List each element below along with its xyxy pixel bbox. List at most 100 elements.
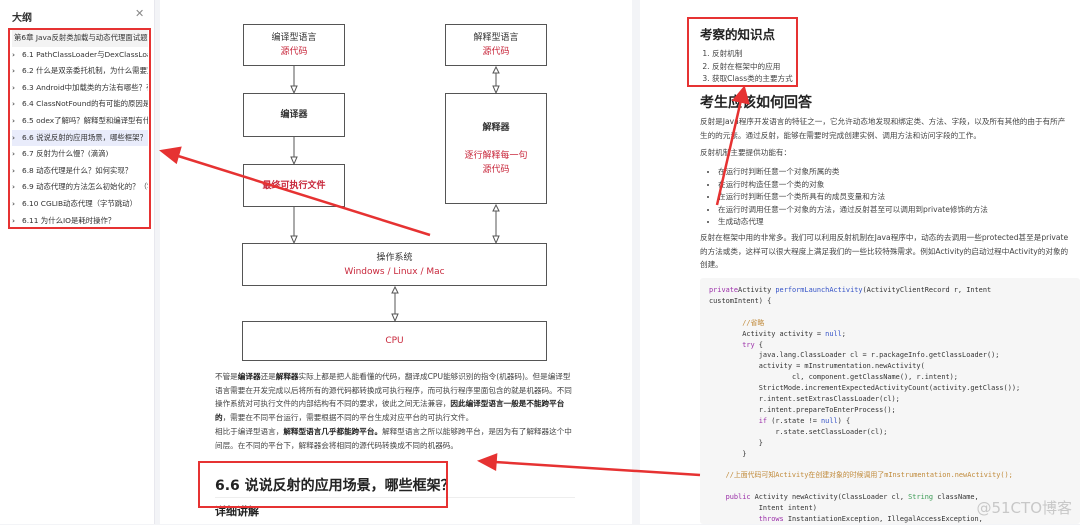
code-line: r.intent.setExtrasClassLoader(cl); (709, 394, 1071, 405)
outline-item[interactable]: 第6章 Java反射类加载与动态代理面试题汇总 (12, 30, 148, 47)
chevron-right-icon[interactable]: › (12, 146, 22, 163)
code-line: //省略 (709, 318, 1071, 329)
text-run: ，需要在不同平台运行，需要根据不同的平台生成对应平台的可执行文件。 (222, 412, 474, 422)
chevron-right-icon[interactable]: › (12, 113, 22, 130)
code-token: performLaunchActivity (775, 286, 863, 294)
code-token: null (821, 416, 838, 425)
outline-item[interactable]: ›6.9 动态代理的方法怎么初始化的？（字节跳动） (12, 179, 148, 196)
code-token: private (709, 286, 739, 294)
code-line: try { (709, 340, 1071, 351)
outline-item-label: 6.3 Android中加载类的方法有哪些？有什么区别？ (22, 82, 148, 92)
code-token: InstantiationException, IllegalAccessExc… (783, 515, 983, 524)
code-token: } (709, 438, 763, 447)
code-line: r.state.setClassLoader(cl); (709, 427, 1071, 438)
text-run: 解释型语言几乎都能跨平台。 (283, 427, 383, 436)
list-item: 获取Class类的主要方式 (712, 73, 793, 86)
code-token: public (709, 493, 751, 502)
outline-item[interactable]: › 6.7 反射为什么慢？(滴滴) (12, 146, 148, 163)
outline-item-label: 6.2 什么是双亲委托机制，为什么需要双亲委托机制？ (22, 66, 148, 76)
outline-item[interactable]: ›6.2 什么是双亲委托机制，为什么需要双亲委托机制？ (12, 63, 148, 80)
code-line: } (709, 449, 1071, 460)
close-icon[interactable]: ✕ (135, 7, 144, 20)
chevron-right-icon[interactable]: › (12, 80, 22, 97)
code-token: if (709, 416, 768, 425)
chevron-right-icon[interactable]: › (12, 47, 22, 64)
chevron-right-icon[interactable]: › (12, 196, 22, 213)
list-item: 在运行时判断任意一个类所具有的成员变量和方法 (718, 191, 988, 204)
outline-item-label: 6.1 PathClassLoader与DexClassLoader的区别是什么… (22, 49, 148, 59)
list-item: 反射在框架中的应用 (712, 61, 793, 74)
code-token: java.lang.ClassLoader cl = r.packageInfo… (709, 351, 1000, 360)
outline-item[interactable]: › 6.10 CGLIB动态代理（字节跳动） (12, 196, 148, 213)
paragraph: 反射是Java程序开发语言的特征之一，它允许动态地发现和绑定类、方法、字段，以及… (700, 117, 1066, 140)
outline-item-label: 6.6 说说反射的应用场景，哪些框架？ (22, 132, 147, 142)
paragraph: 反射在框架中用的非常多。我们可以利用反射机制在Java程序中，动态的去调用一些p… (700, 233, 1069, 269)
list-item: 在运行时判断任意一个对象所属的类 (718, 166, 988, 179)
code-line: StrictMode.incrementExpectedActivityCoun… (709, 383, 1071, 394)
outline-item[interactable]: ›6.4 ClassNotFound的有可能的原因是什么？ (12, 96, 148, 113)
chevron-right-icon[interactable]: › (12, 213, 22, 230)
outline-item[interactable]: ›6.3 Android中加载类的方法有哪些？有什么区别？ (12, 80, 148, 97)
outline-item[interactable]: ›6.5 odex了解吗？解释型和编译型有什么区别？ (12, 113, 148, 130)
code-token: null (825, 329, 842, 338)
chevron-right-icon[interactable]: › (12, 96, 22, 113)
code-line: r.intent.prepareToEnterProcess(); (709, 405, 1071, 416)
outline-item-label: 6.4 ClassNotFound的有可能的原因是什么？ (22, 99, 148, 109)
code-line: //上面代码可知Activity在创建对象的时候调用了mInstrumentat… (709, 470, 1071, 481)
code-token: r.intent.setExtrasClassLoader(cl); (709, 395, 900, 404)
code-token: //省略 (709, 318, 765, 327)
code-line: } (709, 438, 1071, 449)
code-token: (r.state != (767, 416, 822, 425)
feature-list: 在运行时判断任意一个对象所属的类在运行时构造任意一个类的对象在运行时判断任意一个… (718, 166, 988, 229)
text-run: 还是 (260, 372, 276, 381)
text-run: 相比于编译型语言， (215, 427, 284, 436)
chevron-right-icon[interactable]: › (12, 130, 22, 147)
list-item: 在运行时调用任意一个对象的方法，通过反射甚至可以调用到private修饰的方法 (718, 204, 988, 217)
code-token: { (754, 340, 763, 349)
code-token: } (709, 449, 747, 458)
outline-item-label: 6.9 动态代理的方法怎么初始化的？（字节跳动） (22, 182, 148, 192)
text-run: 解释器 (275, 372, 299, 381)
list-item: 在运行时构造任意一个类的对象 (718, 179, 988, 192)
code-token: String (908, 493, 934, 502)
code-token: ) { (837, 416, 851, 425)
outline-item[interactable]: › 6.6 说说反射的应用场景，哪些框架？ (12, 129, 148, 147)
diagram-connectors (290, 65, 500, 323)
text-run: 编译器 (237, 372, 261, 381)
section-heading: 6.6 说说反射的应用场景，哪些框架？ (215, 478, 455, 494)
code-line: customIntent) { (709, 296, 1071, 307)
outline-item-label: 6.8 动态代理是什么？如何实现？ (22, 165, 133, 175)
code-line: privateActivity performLaunchActivity(Ac… (709, 285, 1071, 296)
code-token: Activity (738, 286, 776, 294)
code-token: className, (933, 493, 979, 502)
label: CPU (385, 336, 404, 346)
code-line: Activity activity = null; (709, 329, 1071, 340)
outline-item[interactable]: ›6.1 PathClassLoader与DexClassLoader的区别是什… (12, 47, 148, 64)
chevron-right-icon[interactable]: › (12, 163, 22, 180)
chevron-right-icon[interactable]: › (12, 63, 22, 80)
code-line: java.lang.ClassLoader cl = r.packageInfo… (709, 350, 1071, 361)
outline-item-label: 6.7 反射为什么慢？(滴滴) (22, 149, 109, 159)
code-token: Intent intent) (709, 504, 817, 513)
list-item: 生成动态代理 (718, 216, 988, 229)
code-token: throws (709, 515, 784, 524)
code-line: if (r.state != null) { (709, 416, 1071, 427)
code-token: cl, component.getClassName(), r.intent); (709, 373, 958, 382)
knowledge-list: 反射机制反射在框架中的应用获取Class类的主要方式 (712, 48, 793, 86)
watermark: @51CTO博客 (976, 499, 1072, 517)
subheading: 详细讲解 (215, 505, 259, 518)
outline-title: 大纲 (12, 13, 32, 24)
code-token: ; (841, 329, 846, 338)
knowledge-title: 考察的知识点 (700, 27, 776, 42)
chevron-right-icon[interactable]: › (12, 179, 22, 196)
code-token: r.intent.prepareToEnterProcess(); (709, 405, 896, 414)
outline-item[interactable]: › 6.8 动态代理是什么？如何实现？ (12, 163, 148, 180)
outline-item-label: 6.11 为什么IO是耗时操作？ (22, 215, 116, 225)
code-token: //上面代码可知Activity在创建对象的时候调用了mInstrumentat… (709, 471, 1013, 480)
outline-item-label: 6.10 CGLIB动态代理（字节跳动） (22, 198, 137, 208)
outline-item[interactable]: › 6.11 为什么IO是耗时操作？ (12, 213, 148, 230)
divider (215, 497, 575, 498)
